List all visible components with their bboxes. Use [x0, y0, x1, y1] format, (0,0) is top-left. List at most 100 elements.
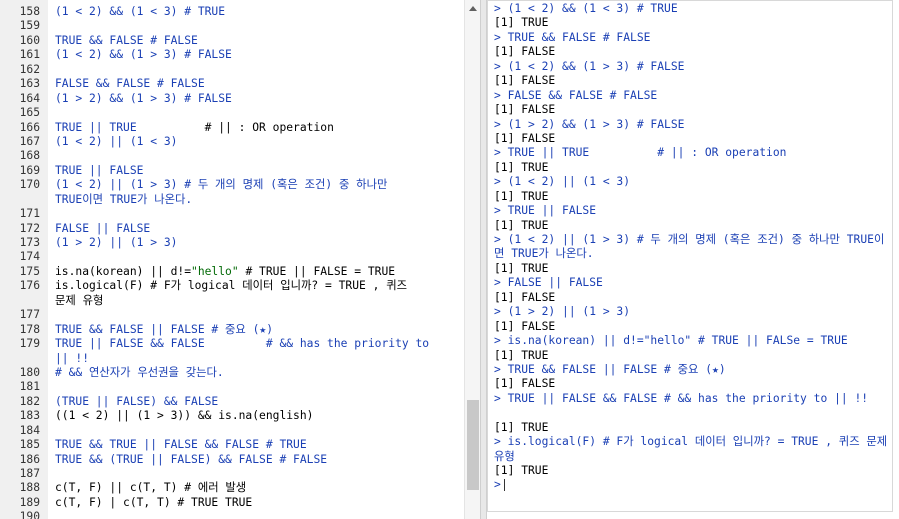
line-number: 160: [19, 33, 40, 47]
console-result-line: [1] FALSE: [494, 290, 556, 304]
code-token: # TRUE || FALSE = TRUE: [238, 264, 396, 278]
source-editor[interactable]: 158 (1 < 2) && (1 < 3) # TRUE 159 160 TRUE &…: [0, 0, 480, 519]
code-line[interactable]: 188 c(T, F) || c(T, T) # 에러 발생: [0, 481, 464, 495]
code-text: (1 > 2) || (1 > 3): [55, 236, 177, 250]
code-token: TRUE && TRUE || FALSE && FALSE # TRUE: [55, 438, 307, 452]
code-token: (1 > 2) && (1 > 3) # FALSE: [55, 91, 232, 105]
code-token: FALSE || FALSE: [55, 221, 151, 235]
console-command-line: > FALSE || FALSE: [494, 276, 603, 290]
code-line[interactable]: 174: [0, 250, 464, 264]
code-line[interactable]: 171: [0, 207, 464, 221]
console-command-line: > TRUE || TRUE # || : OR operation: [494, 146, 787, 160]
code-line[interactable]: 161 (1 < 2) && (1 > 3) # FALSE: [0, 48, 464, 62]
code-token: TRUE || FALSE: [55, 163, 144, 177]
code-line[interactable]: 176 is.logical(F) # F가 logical 데이터 입니까? =…: [0, 279, 464, 308]
code-line[interactable]: 173 (1 > 2) || (1 > 3): [0, 236, 464, 250]
code-line[interactable]: 170 (1 < 2) || (1 > 3) # 두 개의 명제 (혹은 조건) …: [0, 178, 464, 207]
code-line[interactable]: 166 TRUE || TRUE # || : OR operation: [0, 121, 464, 135]
line-number: 169: [19, 163, 40, 177]
code-text: (1 > 2) && (1 > 3) # FALSE: [55, 92, 232, 106]
code-line[interactable]: 177: [0, 308, 464, 322]
console-result-line: [1] TRUE: [494, 16, 549, 30]
code-token: c(T, F) | c(T, T) # TRUE TRUE: [55, 495, 253, 509]
line-number: 188: [19, 481, 40, 495]
code-line[interactable]: 168: [0, 149, 464, 163]
code-line[interactable]: 181: [0, 380, 464, 394]
line-number: 166: [19, 120, 40, 134]
line-number: 187: [19, 467, 40, 481]
code-line[interactable]: 164 (1 > 2) && (1 > 3) # FALSE: [0, 92, 464, 106]
console-output: > (1 < 2) && (1 < 3) # TRUE [1] TRUE > TRU…: [494, 2, 890, 493]
code-line[interactable]: 159: [0, 19, 464, 33]
code-text: TRUE || TRUE # || : OR operation: [55, 121, 334, 135]
console-result-line: [1] FALSE: [494, 74, 556, 88]
code-line[interactable]: 189 c(T, F) | c(T, T) # TRUE TRUE: [0, 496, 464, 510]
line-number: 177: [19, 308, 40, 322]
line-number: 178: [19, 322, 40, 336]
code-token: TRUE && FALSE || FALSE # 중요 (★): [55, 322, 274, 336]
line-number: 159: [19, 19, 40, 33]
code-text: TRUE && FALSE # FALSE: [55, 34, 198, 48]
code-text: TRUE && (TRUE || FALSE) && FALSE # FALSE: [55, 453, 327, 467]
r-console[interactable]: > (1 < 2) && (1 < 3) # TRUE [1] TRUE > TRU…: [487, 0, 893, 512]
line-number: 179: [19, 337, 40, 351]
code-line[interactable]: 172 FALSE || FALSE: [0, 222, 464, 236]
console-prompt[interactable]: >: [494, 478, 890, 492]
code-line[interactable]: 175 is.na(korean) || d!="hello" # TRUE ||…: [0, 265, 464, 279]
code-line[interactable]: 167 (1 < 2) || (1 < 3): [0, 135, 464, 149]
code-line[interactable]: 160 TRUE && FALSE # FALSE: [0, 34, 464, 48]
console-result-line: [1] TRUE: [494, 160, 549, 174]
line-number: 167: [19, 134, 40, 148]
console-command-line: > (1 < 2) || (1 > 3) # 두 개의 명제 (혹은 조건) 중…: [494, 233, 885, 261]
code-text: (1 < 2) || (1 < 3): [55, 135, 177, 149]
console-command-line: > TRUE && FALSE # FALSE: [494, 30, 651, 44]
code-text: (1 < 2) || (1 > 3) # 두 개의 명제 (혹은 조건) 중 하…: [55, 178, 387, 207]
editor-scrollbar[interactable]: [464, 0, 480, 519]
code-token: is.logical(F) # F가 logical 데이터 입니까? = TR…: [55, 279, 407, 307]
console-command-line: > is.logical(F) # F가 logical 데이터 입니까? = …: [494, 435, 888, 463]
scrollbar-thumb[interactable]: [467, 400, 479, 490]
console-result-line: [1] TRUE: [494, 348, 549, 362]
code-token: ((1 < 2) || (1 > 3)) && is.na(english): [55, 409, 314, 423]
code-text: TRUE && FALSE || FALSE # 중요 (★): [55, 323, 273, 337]
pane-splitter[interactable]: [480, 0, 487, 519]
line-number: 189: [19, 495, 40, 509]
console-command-line: > (1 > 2) || (1 > 3): [494, 305, 631, 319]
code-line[interactable]: 178 TRUE && FALSE || FALSE # 중요 (★): [0, 323, 464, 337]
line-number: 185: [19, 438, 40, 452]
code-line[interactable]: 185 TRUE && TRUE || FALSE && FALSE # TRUE: [0, 438, 464, 452]
code-line[interactable]: 169 TRUE || FALSE: [0, 164, 464, 178]
code-text: TRUE || FALSE && FALSE # && has the prio…: [55, 337, 429, 366]
code-line[interactable]: 180 # && 연산자가 우선권을 갖는다.: [0, 366, 464, 380]
code-text: FALSE && FALSE # FALSE: [55, 77, 205, 91]
console-result-line: [1] FALSE: [494, 131, 556, 145]
code-token: TRUE || TRUE: [55, 120, 205, 134]
console-result-line: [1] FALSE: [494, 45, 556, 59]
code-token: (1 > 2) || (1 > 3): [55, 236, 178, 250]
code-text: # && 연산자가 우선권을 갖는다.: [55, 366, 224, 380]
code-line[interactable]: 163 FALSE && FALSE # FALSE: [0, 77, 464, 91]
console-command-line: > (1 < 2) || (1 < 3): [494, 175, 631, 189]
console-result-line: [1] TRUE: [494, 464, 549, 478]
code-line[interactable]: 179 TRUE || FALSE && FALSE # && has the p…: [0, 337, 464, 366]
console-command-line: > FALSE && FALSE # FALSE: [494, 88, 658, 102]
code-line[interactable]: 162: [0, 63, 464, 77]
scroll-up-icon[interactable]: [467, 4, 479, 14]
code-line[interactable]: 186 TRUE && (TRUE || FALSE) && FALSE # FA…: [0, 453, 464, 467]
code-line[interactable]: 190: [0, 510, 464, 519]
code-line[interactable]: 183 ((1 < 2) || (1 > 3)) && is.na(english…: [0, 409, 464, 423]
console-result-line: [1] TRUE: [494, 189, 549, 203]
code-line[interactable]: 184: [0, 424, 464, 438]
code-text: FALSE || FALSE: [55, 222, 150, 236]
code-text: TRUE && TRUE || FALSE && FALSE # TRUE: [55, 438, 307, 452]
console-result-line: [1] FALSE: [494, 377, 556, 391]
code-line[interactable]: 158 (1 < 2) && (1 < 3) # TRUE: [0, 5, 464, 19]
line-number: 165: [19, 106, 40, 120]
code-line[interactable]: 187: [0, 467, 464, 481]
code-text: ((1 < 2) || (1 > 3)) && is.na(english): [55, 409, 313, 423]
code-text: (TRUE || FALSE) && FALSE: [55, 395, 218, 409]
code-line[interactable]: 182 (TRUE || FALSE) && FALSE: [0, 395, 464, 409]
code-line[interactable]: 165: [0, 106, 464, 120]
line-number: 164: [19, 91, 40, 105]
code-token: # || : OR operation: [204, 120, 334, 134]
